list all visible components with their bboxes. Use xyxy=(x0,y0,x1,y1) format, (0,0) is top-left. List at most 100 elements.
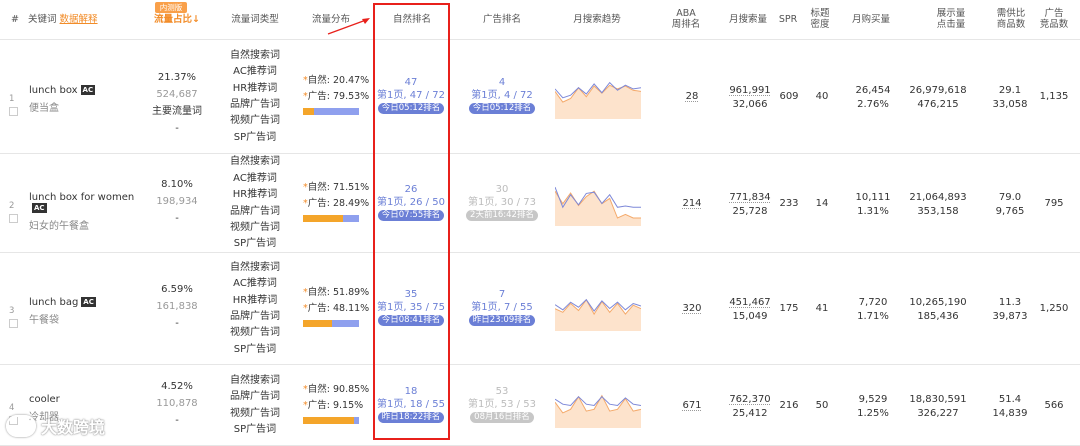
natural-label: 自然: xyxy=(307,75,330,86)
ad-rank-header: 广告排名 xyxy=(482,13,521,25)
spr-value: 175 xyxy=(779,303,799,314)
monthly-search-link[interactable]: 771,834 xyxy=(729,192,770,203)
aba-rank-cell: 320 xyxy=(670,303,714,314)
aba-rank-header: ABA 周排名 xyxy=(664,0,708,40)
monthly-search-link[interactable]: 961,991 xyxy=(729,85,770,96)
monthly-buy-value: 10,111 xyxy=(855,191,891,203)
monthly-buy-header: 月购买量 xyxy=(851,13,890,25)
word-type-item: 视频广告词 xyxy=(230,407,280,419)
ad-rank[interactable]: 30 xyxy=(462,183,542,196)
ad-share-line: *广告: 79.53% xyxy=(303,91,370,102)
monthly-trend-sparkline[interactable] xyxy=(554,287,642,331)
keyword-label[interactable]: lunch box for women xyxy=(29,192,134,203)
monthly-buy-rate: 2.76% xyxy=(857,99,889,110)
ad-share-line: *广告: 9.15% xyxy=(303,399,364,411)
word-type-item: SP广告词 xyxy=(233,423,277,435)
supply-demand-ratio: 51.4 xyxy=(998,393,1022,405)
monthly-search-secondary: 25,728 xyxy=(732,205,768,217)
ad-label: 广告: xyxy=(307,197,330,209)
monthly-trend-sparkline[interactable] xyxy=(554,182,641,226)
keyword-label[interactable]: lunch bag xyxy=(29,297,78,308)
trend-cell[interactable] xyxy=(554,287,642,334)
keyword-text[interactable]: lunch bag AC xyxy=(29,297,149,308)
monthly-buy-value: 9,529 xyxy=(858,393,888,405)
word-type-item: 自然搜索词 xyxy=(230,156,280,168)
monthly-search-cell: 961,991 32,066 xyxy=(722,84,778,112)
row-checkbox[interactable] xyxy=(9,107,18,116)
monthly-search-link[interactable]: 451,467 xyxy=(729,297,770,308)
clicks-value: 353,158 xyxy=(917,205,959,217)
aba-rank-value[interactable]: 671 xyxy=(682,400,701,411)
natural-share-line: *自然: 71.51% xyxy=(303,181,370,193)
ad-rank[interactable]: 7 xyxy=(462,288,542,301)
keyword-text[interactable]: lunch box AC xyxy=(29,85,149,96)
keyword-header: 关键词 数据解释 xyxy=(28,0,138,40)
word-type-item: 自然搜索词 xyxy=(230,374,280,386)
traffic-share-count: 161,838 xyxy=(156,301,198,312)
keyword-text[interactable]: lunch box for womenAC xyxy=(29,192,149,214)
trend-cell[interactable] xyxy=(554,75,642,122)
traffic-share-dash: - xyxy=(175,318,179,329)
keyword-cell: lunch box AC 便当盒 xyxy=(29,85,149,114)
ad-rank-cell: 7 第1页, 7 / 55 昨日23:09排名 xyxy=(462,288,542,326)
table-row[interactable]: 1 lunch box AC 便当盒 21.37% 524,687 主要流量词 -… xyxy=(0,40,1080,154)
word-type-header: 流量词类型 xyxy=(231,13,279,25)
table-row[interactable]: 3 lunch bag AC 午餐袋 6.59% 161,838 - 自然搜索词 A… xyxy=(0,253,1080,365)
index-header: # xyxy=(11,13,19,25)
natural-pct: 71.51% xyxy=(332,181,370,193)
keyword-label[interactable]: cooler xyxy=(29,394,60,405)
aba-rank-cell: 214 xyxy=(670,198,714,209)
supply-demand-cell: 51.4 14,839 xyxy=(986,393,1034,421)
ad-pct: 48.11% xyxy=(332,303,370,314)
traffic-share-header[interactable]: 流量占比↓ xyxy=(148,0,206,40)
traffic-share-count: 524,687 xyxy=(156,89,198,100)
natural-label: 自然: xyxy=(307,181,330,193)
ad-share-line: *广告: 48.11% xyxy=(303,303,370,314)
monthly-trend-sparkline[interactable] xyxy=(554,75,642,119)
natural-share-line: *自然: 51.89% xyxy=(303,287,370,298)
spr-value: 216 xyxy=(779,399,799,411)
supply-demand-cell: 29.1 33,058 xyxy=(986,84,1034,112)
clicks-value: 185,436 xyxy=(917,311,959,322)
traffic-share-count: 198,934 xyxy=(156,195,198,207)
product-count: 33,058 xyxy=(992,99,1028,110)
word-type-item: 视频广告词 xyxy=(230,221,280,233)
ad-pct: 79.53% xyxy=(332,91,370,102)
ad-rank[interactable]: 53 xyxy=(462,385,542,398)
data-explain-link[interactable]: 数据解释 xyxy=(60,14,98,26)
traffic-dist-bar xyxy=(303,214,359,222)
ad-pct: 9.15% xyxy=(332,399,364,411)
ad-rank-cell: 4 第1页, 4 / 72 今日05:12排名 xyxy=(462,76,542,114)
table-row[interactable]: 4 cooler 冷却器 4.52% 110,878 - 自然搜索词 品牌广告词视… xyxy=(0,365,1080,446)
impress-value: 10,265,190 xyxy=(909,297,967,308)
word-type-item: 自然搜索词 xyxy=(230,261,280,273)
traffic-share-pct: 6.59% xyxy=(161,284,193,295)
aba-rank-value[interactable]: 28 xyxy=(686,91,699,102)
keyword-label[interactable]: lunch box xyxy=(29,85,78,96)
ad-rank-cell: 30 第1页, 30 / 73 2天前16:42排名 xyxy=(462,183,542,221)
trend-cell[interactable] xyxy=(554,182,641,229)
table-header: # 关键词 数据解释 内测版 流量占比↓ 流量词类型 流量分布 自然排名 广告排… xyxy=(0,0,1080,40)
word-type-item: AC推荐词 xyxy=(233,172,277,184)
ad-rank[interactable]: 4 xyxy=(462,76,542,89)
monthly-search-value: 762,370 xyxy=(722,393,778,407)
ad-rank-cell: 53 第1页, 53 / 53 08月16日排名 xyxy=(462,385,542,423)
monthly-trend-sparkline[interactable] xyxy=(554,384,642,428)
natural-label: 自然: xyxy=(307,287,330,298)
keyword-text[interactable]: cooler xyxy=(29,394,149,405)
monthly-search-secondary: 25,412 xyxy=(732,407,768,419)
monthly-search-link[interactable]: 762,370 xyxy=(729,394,770,405)
trend-cell[interactable] xyxy=(554,384,642,431)
ad-products-value: 566 xyxy=(1044,399,1064,411)
aba-rank-value[interactable]: 320 xyxy=(682,303,701,314)
product-count: 9,765 xyxy=(995,205,1025,217)
monthly-buy-cell: 10,111 1.31% xyxy=(845,191,901,219)
ad-products-header-line2: 竞品数 xyxy=(1039,19,1069,30)
natural-pct: 51.89% xyxy=(332,287,370,298)
row-checkbox[interactable] xyxy=(9,319,18,328)
monthly-search-secondary: 32,066 xyxy=(732,99,768,110)
row-checkbox[interactable] xyxy=(9,213,18,223)
impress-click-cell: 10,265,190 185,436 xyxy=(904,296,972,324)
table-row[interactable]: 2 lunch box for womenAC 妇女的午餐盒 8.10% 198… xyxy=(0,154,1080,253)
aba-rank-value[interactable]: 214 xyxy=(682,198,701,209)
